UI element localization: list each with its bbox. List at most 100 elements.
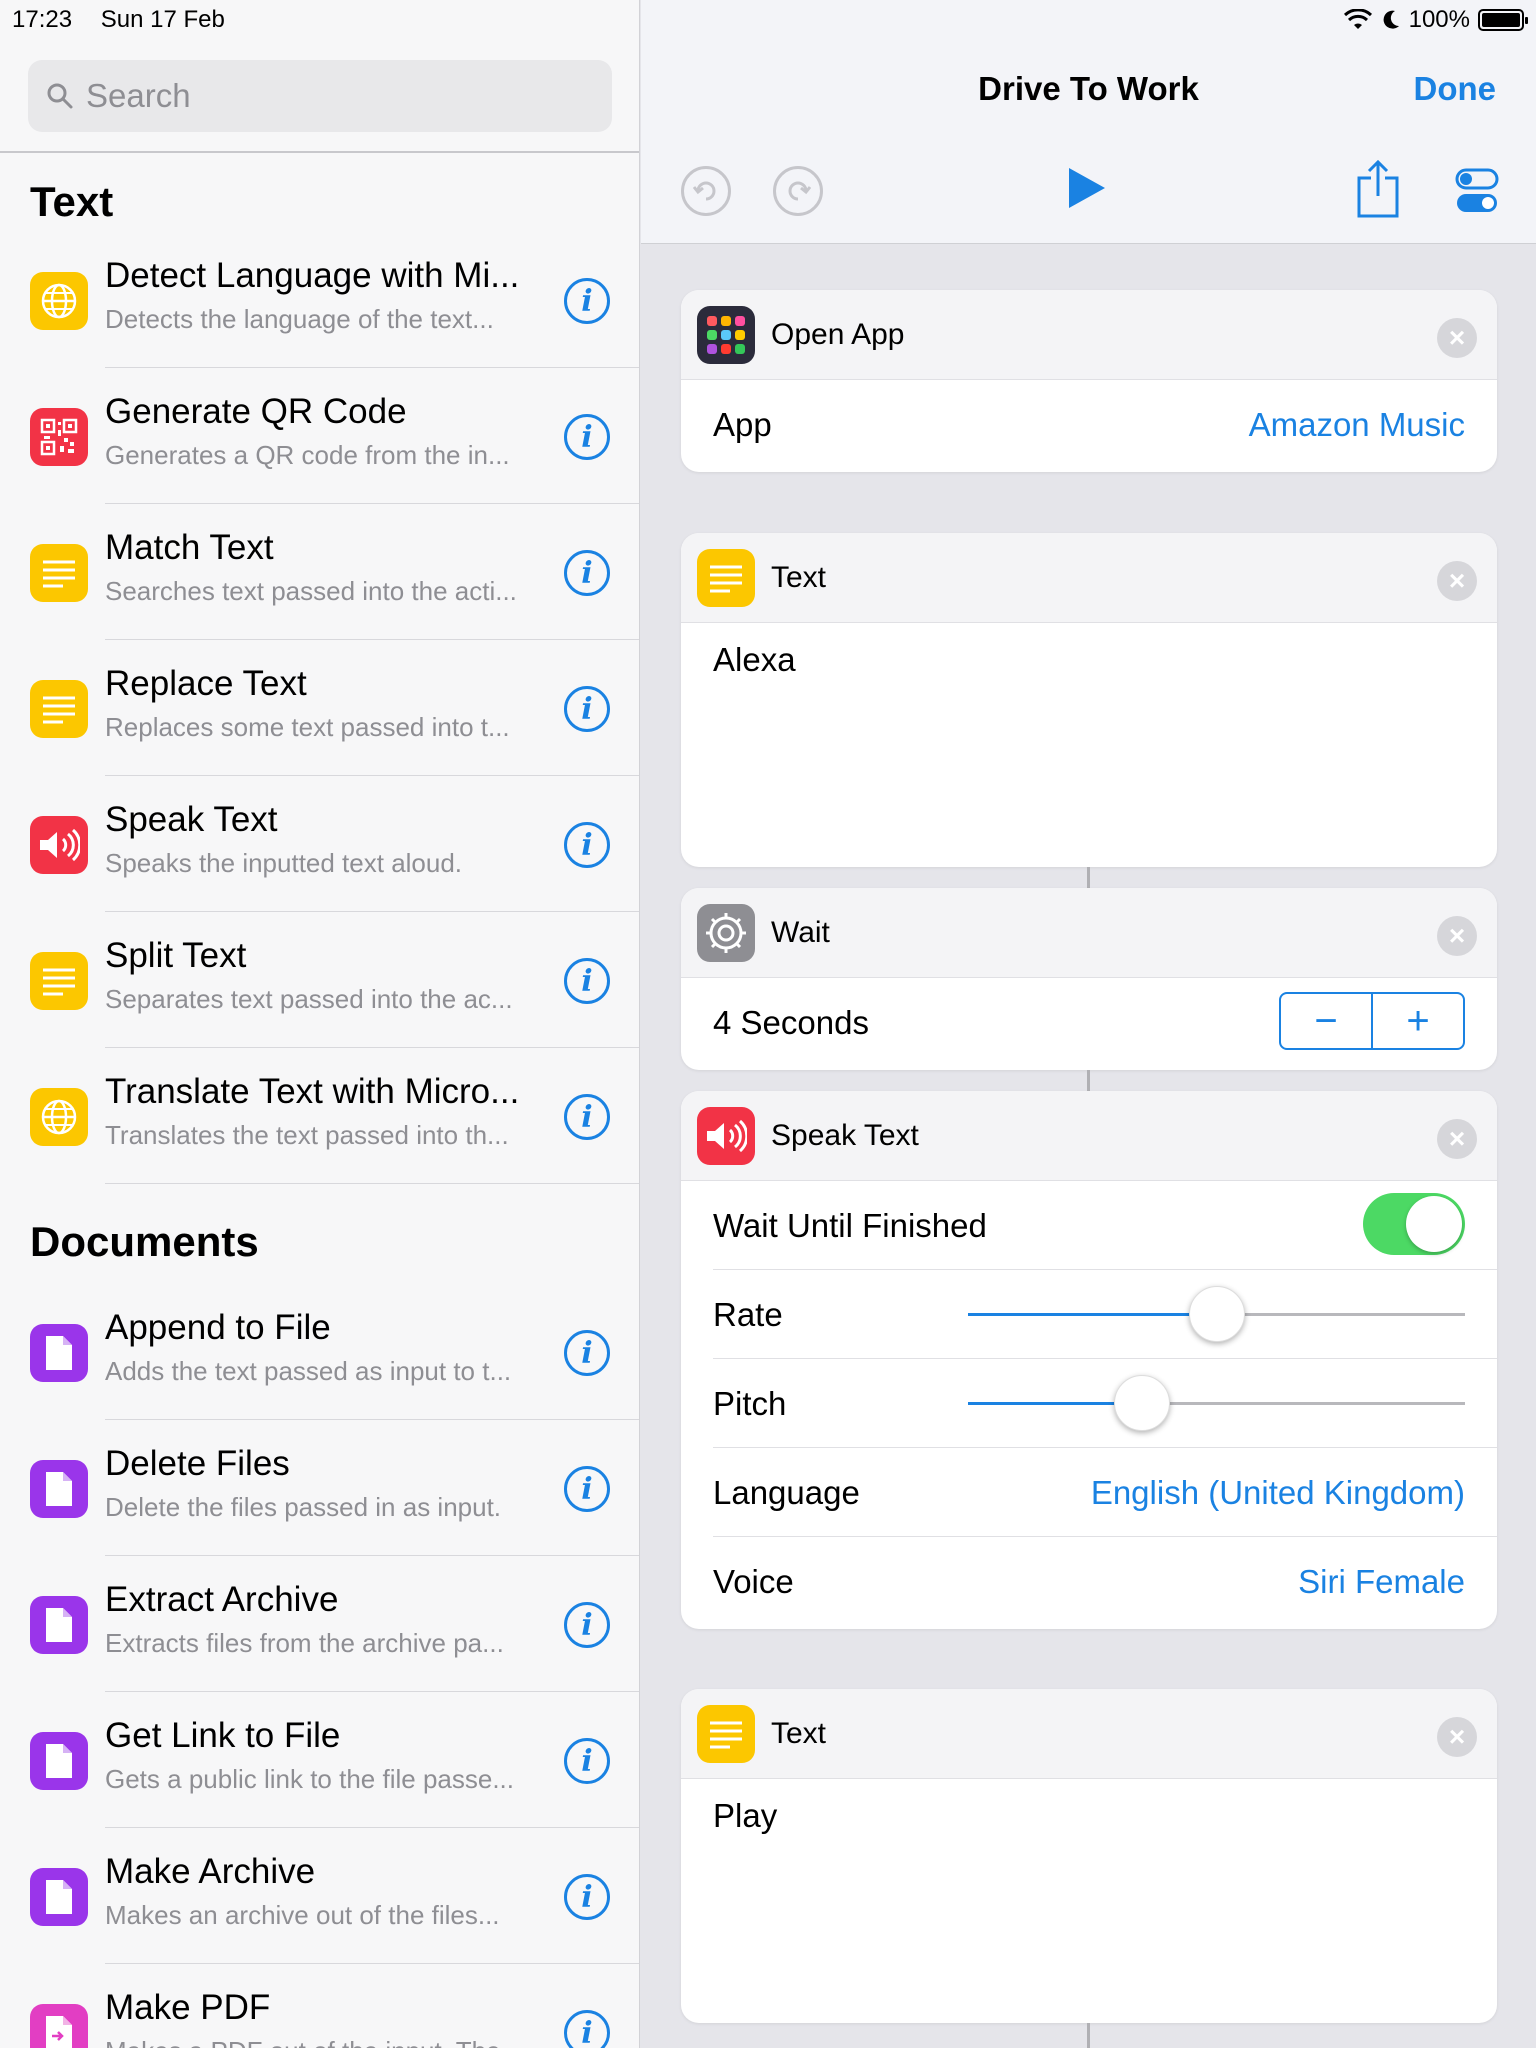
undo-icon (693, 181, 716, 201)
card-header: Text × (681, 1689, 1497, 1779)
rate-slider-thumb[interactable] (1188, 1286, 1245, 1342)
text-content[interactable]: Play (681, 1779, 1497, 1853)
document-icon (30, 1732, 88, 1790)
pitch-slider[interactable] (968, 1375, 1465, 1431)
card-title: Open App (771, 318, 905, 351)
text-card[interactable]: Text × Play (681, 1689, 1497, 2023)
language-row[interactable]: Language English (United Kingdom) (713, 1448, 1497, 1537)
section-header: Documents (30, 1218, 259, 1265)
wait-duration-value: 4 Seconds (713, 1004, 869, 1041)
action-list-item[interactable]: Delete Files Delete the files passed in a… (0, 1420, 639, 1556)
info-icon[interactable]: i (564, 1874, 610, 1920)
action-list-item[interactable]: Extract Archive Extracts files from the a… (0, 1556, 639, 1692)
action-title: Detect Language with Mi... (105, 256, 520, 295)
remove-action-button[interactable]: × (1437, 318, 1477, 358)
open-app-card[interactable]: Open App × App Amazon Music (681, 290, 1497, 472)
action-list-item[interactable]: Translate Text with Micro... Translates t… (0, 1048, 639, 1184)
action-list-item[interactable]: Detect Language with Mi... Detects the la… (0, 232, 639, 368)
language-label: Language (713, 1474, 860, 1511)
action-title: Get Link to File (105, 1716, 341, 1755)
info-icon[interactable]: i (564, 550, 610, 596)
decrement-button[interactable]: − (1281, 994, 1373, 1048)
search-input[interactable] (86, 77, 566, 115)
wifi-icon (1343, 9, 1372, 29)
remove-action-button[interactable]: × (1437, 1119, 1477, 1159)
card-header: Wait × (681, 888, 1497, 978)
action-subtitle: Replaces some text passed into t... (105, 712, 510, 742)
document-icon (30, 1868, 88, 1926)
status-date: Sun 17 Feb (100, 6, 225, 33)
card-header: Speak Text × (681, 1091, 1497, 1181)
info-icon[interactable]: i (564, 414, 610, 460)
redo-button[interactable] (773, 166, 823, 216)
section-header: Text (30, 178, 114, 225)
app-value[interactable]: Amazon Music (1249, 406, 1465, 444)
duration-stepper[interactable]: − + (1279, 992, 1465, 1050)
share-icon[interactable] (1357, 160, 1399, 218)
remove-action-button[interactable]: × (1437, 561, 1477, 601)
info-icon[interactable]: i (564, 1602, 610, 1648)
voice-row[interactable]: Voice Siri Female (713, 1537, 1497, 1626)
action-list-item[interactable]: Generate QR Code Generates a QR code from… (0, 368, 639, 504)
status-time: 17:23 (12, 6, 73, 33)
action-title: Append to File (105, 1308, 331, 1347)
info-icon[interactable]: i (564, 1738, 610, 1784)
done-button[interactable]: Done (1414, 70, 1497, 108)
action-list-item[interactable]: Replace Text Replaces some text passed in… (0, 640, 639, 776)
document-icon (30, 1596, 88, 1654)
text-lines-icon (30, 952, 88, 1010)
remove-action-button[interactable]: × (1437, 1717, 1477, 1757)
info-icon[interactable]: i (564, 2010, 610, 2048)
info-icon[interactable]: i (564, 958, 610, 1004)
rate-slider[interactable] (968, 1286, 1465, 1342)
action-list-item[interactable]: Match Text Searches text passed into the … (0, 504, 639, 640)
rate-row: Rate (713, 1270, 1497, 1359)
document-icon (30, 1324, 88, 1382)
pitch-label: Pitch (713, 1385, 787, 1422)
app-row[interactable]: App Amazon Music (713, 380, 1497, 469)
pdf-document-icon (30, 2004, 88, 2048)
document-icon (30, 1460, 88, 1518)
rate-label: Rate (713, 1296, 783, 1333)
info-icon[interactable]: i (564, 278, 610, 324)
info-icon[interactable]: i (564, 1094, 610, 1140)
language-value[interactable]: English (United Kingdom) (1091, 1474, 1465, 1512)
settings-toggles-icon[interactable] (1455, 168, 1499, 214)
search-field[interactable] (28, 60, 612, 132)
play-button[interactable] (1069, 168, 1105, 208)
info-icon[interactable]: i (564, 1466, 610, 1512)
connector-line (1087, 867, 1090, 889)
action-subtitle: Adds the text passed as input to t... (105, 1356, 512, 1386)
text-card[interactable]: Text × Alexa (681, 533, 1497, 867)
action-title: Make Archive (105, 1852, 316, 1891)
increment-button[interactable]: + (1373, 994, 1463, 1048)
info-icon[interactable]: i (564, 686, 610, 732)
action-list-item[interactable]: Speak Text Speaks the inputted text aloud… (0, 776, 639, 912)
info-icon[interactable]: i (564, 1330, 610, 1376)
remove-action-button[interactable]: × (1437, 916, 1477, 956)
action-title: Generate QR Code (105, 392, 407, 431)
wait-duration-row: 4 Seconds − + (713, 978, 1497, 1067)
speak-text-card[interactable]: Speak Text × Wait Until Finished Rate Pi… (681, 1091, 1497, 1629)
undo-button[interactable] (681, 166, 731, 216)
wait-until-finished-label: Wait Until Finished (713, 1207, 987, 1244)
action-list-item[interactable]: Append to File Adds the text passed as in… (0, 1284, 639, 1420)
card-header: Open App × (681, 290, 1497, 380)
wait-card[interactable]: Wait × 4 Seconds − + (681, 888, 1497, 1070)
info-icon[interactable]: i (564, 822, 610, 868)
card-header: Text × (681, 533, 1497, 623)
battery-icon (1478, 9, 1528, 31)
text-content[interactable]: Alexa (681, 623, 1497, 697)
text-lines-icon (30, 544, 88, 602)
action-title: Split Text (105, 936, 247, 975)
action-list-item[interactable]: Make PDF Makes a PDF out of the input. Th… (0, 1964, 639, 2048)
action-subtitle: Gets a public link to the file passe... (105, 1764, 514, 1794)
status-bar-right: 100% (1343, 6, 1528, 34)
action-list-item[interactable]: Get Link to File Gets a public link to th… (0, 1692, 639, 1828)
action-list-item[interactable]: Make Archive Makes an archive out of the … (0, 1828, 639, 1964)
pitch-slider-thumb[interactable] (1113, 1375, 1170, 1431)
action-list-item[interactable]: Split Text Separates text passed into the… (0, 912, 639, 1048)
card-title: Text (771, 561, 827, 594)
voice-value[interactable]: Siri Female (1298, 1563, 1465, 1601)
wait-until-finished-toggle[interactable] (1363, 1193, 1465, 1255)
